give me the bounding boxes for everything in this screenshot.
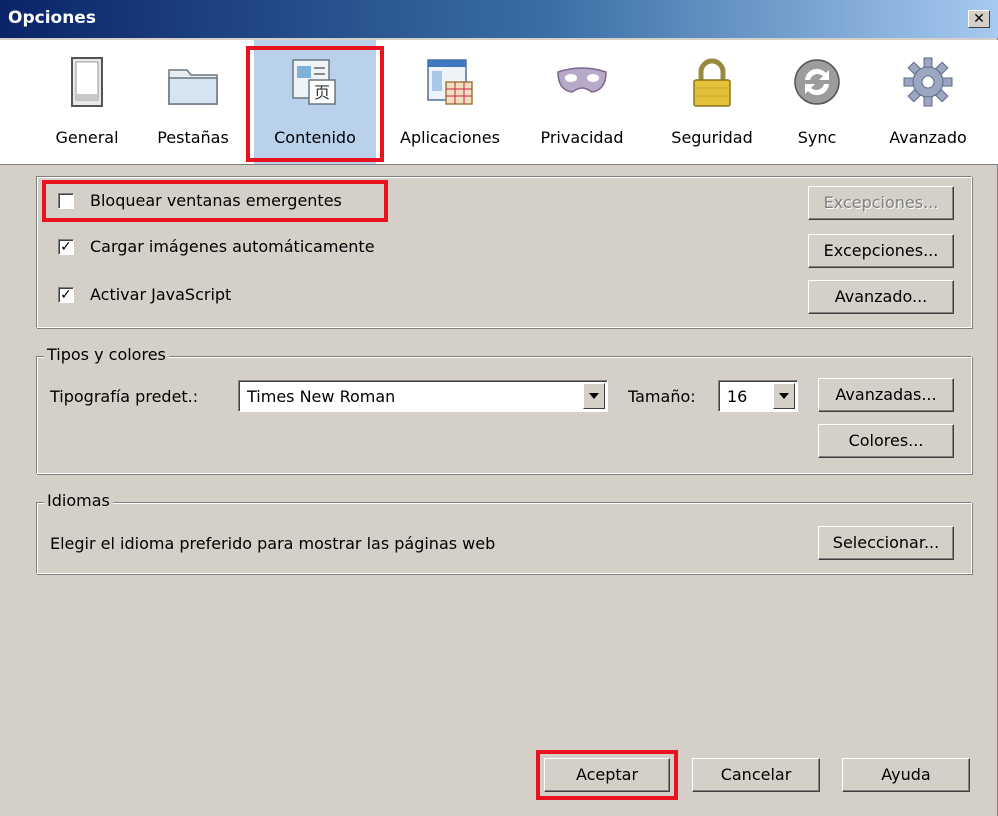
sync-icon xyxy=(794,59,840,105)
chevron-down-icon[interactable] xyxy=(583,383,605,409)
font-size-value: 16 xyxy=(727,387,748,406)
close-button[interactable]: ✕ xyxy=(968,10,990,28)
security-lock-icon xyxy=(693,58,731,107)
tab-applications[interactable]: Aplicaciones xyxy=(388,40,512,164)
svg-text:页: 页 xyxy=(314,83,330,102)
select-language-button[interactable]: Seleccionar... xyxy=(818,526,954,560)
tab-label: Privacidad xyxy=(540,128,624,147)
load-images-label: Cargar imágenes automáticamente xyxy=(90,237,375,256)
privacy-mask-icon xyxy=(557,67,607,93)
tab-general[interactable]: General xyxy=(40,40,134,164)
applications-icon xyxy=(427,59,473,105)
tab-tabs[interactable]: Pestañas xyxy=(146,40,240,164)
cancel-button[interactable]: Cancelar xyxy=(692,758,820,792)
tab-privacy[interactable]: Privacidad xyxy=(528,40,636,164)
colors-button[interactable]: Colores... xyxy=(818,424,954,458)
default-font-value: Times New Roman xyxy=(247,387,396,406)
tabs-folder-icon xyxy=(168,69,218,105)
font-size-label: Tamaño: xyxy=(628,387,696,406)
languages-description: Elegir el idioma preferido para mostrar … xyxy=(50,534,496,553)
chevron-down-icon[interactable] xyxy=(773,383,795,409)
tab-label: Contenido xyxy=(274,128,356,147)
tab-label: Seguridad xyxy=(671,128,753,147)
block-popups-label: Bloquear ventanas emergentes xyxy=(90,191,342,210)
tab-label: Aplicaciones xyxy=(400,128,500,147)
content-icon: 页 xyxy=(292,59,336,105)
load-images-checkbox[interactable]: ✓ xyxy=(58,239,74,255)
options-dialog: Opciones ✕ General Pestañas 页 Contenido … xyxy=(0,0,998,816)
block-popups-checkbox[interactable] xyxy=(58,193,74,209)
font-size-select[interactable]: 16 xyxy=(718,380,798,412)
languages-legend: Idiomas xyxy=(44,491,113,510)
window-title: Opciones xyxy=(8,8,96,28)
javascript-advanced-button[interactable]: Avanzado... xyxy=(808,280,954,314)
tab-security[interactable]: Seguridad xyxy=(660,40,764,164)
close-icon: ✕ xyxy=(973,11,985,27)
fonts-colors-legend: Tipos y colores xyxy=(44,345,169,364)
fonts-advanced-button[interactable]: Avanzadas... xyxy=(818,378,954,412)
accept-button[interactable]: Aceptar xyxy=(544,758,670,792)
javascript-label: Activar JavaScript xyxy=(90,285,232,304)
tab-label: Avanzado xyxy=(889,128,967,147)
help-button[interactable]: Ayuda xyxy=(842,758,970,792)
tab-advanced[interactable]: Avanzado xyxy=(874,40,982,164)
general-window-icon xyxy=(71,57,103,107)
images-exceptions-button[interactable]: Excepciones... xyxy=(808,234,954,268)
tab-label: Pestañas xyxy=(157,128,229,147)
category-toolbar: General Pestañas 页 Contenido Aplicacione… xyxy=(0,40,998,165)
tab-label: General xyxy=(55,128,119,147)
tab-label: Sync xyxy=(797,128,837,147)
default-font-select[interactable]: Times New Roman xyxy=(238,380,608,412)
title-bar[interactable]: Opciones ✕ xyxy=(0,0,998,38)
popup-exceptions-button[interactable]: Excepciones... xyxy=(808,186,954,220)
tab-sync[interactable]: Sync xyxy=(782,40,852,164)
gear-icon xyxy=(903,57,953,107)
tab-content[interactable]: 页 Contenido xyxy=(254,40,376,164)
javascript-checkbox[interactable]: ✓ xyxy=(58,287,74,303)
default-font-label: Tipografía predet.: xyxy=(50,387,199,406)
